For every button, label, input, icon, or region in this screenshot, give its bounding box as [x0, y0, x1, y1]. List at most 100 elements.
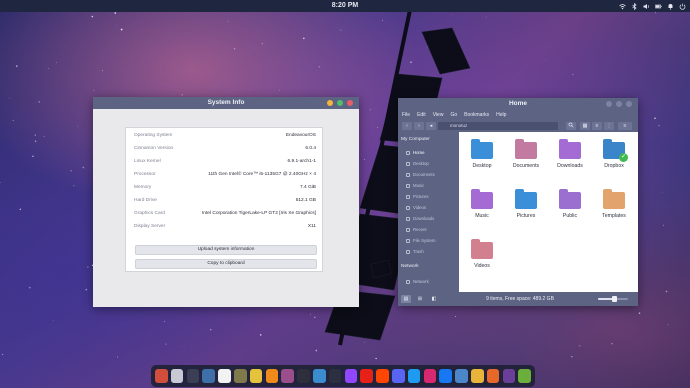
info-value: 6.0.4: [305, 146, 316, 151]
minimize-button[interactable]: [606, 101, 612, 107]
location-bar[interactable]: monotuz: [438, 122, 558, 130]
taskview-icon[interactable]: [186, 369, 200, 383]
terminal-icon[interactable]: [328, 369, 342, 383]
menu-edit[interactable]: Edit: [417, 110, 426, 120]
zoom-slider-handle[interactable]: [612, 296, 617, 302]
sidebar-item-music[interactable]: Music: [406, 183, 424, 188]
sidebar-item-network[interactable]: Network: [406, 279, 429, 284]
zoom-slider[interactable]: [598, 296, 628, 302]
gimp-icon[interactable]: [233, 369, 247, 383]
firefox-icon[interactable]: [486, 369, 500, 383]
close-button[interactable]: [626, 101, 632, 107]
x-icon[interactable]: [407, 369, 421, 383]
menu-file[interactable]: File: [402, 110, 410, 120]
sidebar-item-trash[interactable]: Trash: [406, 249, 424, 254]
location-icon: ◂: [429, 123, 433, 129]
clock[interactable]: 8:20 PM: [0, 0, 690, 12]
sidebar-item-label: Home: [413, 150, 425, 155]
star: [52, 320, 54, 321]
image-viewer-icon[interactable]: [281, 369, 294, 383]
star: [572, 73, 574, 75]
battery-icon[interactable]: [655, 3, 662, 10]
update-manager-icon[interactable]: [518, 369, 531, 383]
archive-icon[interactable]: [249, 369, 263, 383]
star: [86, 266, 89, 268]
show-tree-button[interactable]: ⊞: [415, 295, 425, 303]
star: [638, 312, 641, 314]
info-row-cinnamon: Cinnamon Version 6.0.4: [134, 143, 316, 154]
instagram-icon[interactable]: [423, 369, 437, 383]
record-icon[interactable]: [297, 369, 310, 383]
folder-item[interactable]: Desktop: [462, 136, 502, 174]
info-value: EndeavourOS: [285, 133, 316, 138]
copy-to-clipboard-button[interactable]: Copy to clipboard: [135, 259, 317, 269]
web-icon[interactable]: [455, 369, 468, 383]
star: [453, 65, 456, 67]
facebook-icon[interactable]: [439, 369, 452, 383]
menu-bookmarks[interactable]: Bookmarks: [464, 110, 489, 120]
minimize-button[interactable]: [327, 100, 333, 106]
files-icon[interactable]: [155, 369, 168, 383]
folder-item[interactable]: Videos: [462, 236, 502, 274]
vlc-icon[interactable]: [265, 369, 279, 383]
folder-item[interactable]: Documents: [506, 136, 546, 174]
upload-system-info-button[interactable]: Upload system information: [135, 245, 317, 255]
icon-view-button[interactable]: ▦: [580, 122, 590, 130]
star: [16, 65, 18, 67]
power-icon[interactable]: [679, 3, 686, 10]
sidebar-item-downloads[interactable]: Downloads: [406, 216, 434, 221]
sidebar-item-file-system[interactable]: File System: [406, 238, 435, 243]
notifications-icon[interactable]: [667, 3, 674, 10]
back-button[interactable]: ‹: [402, 122, 412, 130]
folder-item[interactable]: Downloads: [550, 136, 590, 174]
folder-item[interactable]: ✓ Dropbox: [594, 136, 634, 174]
sidebar-item-documents[interactable]: Documents: [406, 172, 435, 177]
folder-item[interactable]: Pictures: [506, 186, 546, 224]
path-home-button[interactable]: monotuz: [450, 123, 467, 128]
folder-item[interactable]: Public: [550, 186, 590, 224]
twitch-icon[interactable]: [344, 369, 358, 383]
star: [383, 210, 385, 211]
close-button[interactable]: [347, 100, 353, 106]
settings-icon[interactable]: [312, 369, 326, 383]
forward-button[interactable]: ›: [414, 122, 424, 130]
system-monitor-icon[interactable]: [202, 369, 215, 383]
tor-icon[interactable]: [502, 369, 516, 383]
menu-help[interactable]: Help: [496, 110, 506, 120]
sidebar-item-desktop[interactable]: Desktop: [406, 161, 429, 166]
youtube-icon[interactable]: [360, 369, 373, 383]
folder-item[interactable]: Music: [462, 186, 502, 224]
menu-view[interactable]: View: [433, 110, 444, 120]
toolbar-menu-button[interactable]: ≡: [618, 122, 632, 130]
discord-icon[interactable]: [391, 369, 405, 383]
star: [658, 125, 660, 127]
volume-icon[interactable]: [643, 3, 650, 10]
bluetooth-icon[interactable]: [631, 2, 638, 10]
text-editor-icon[interactable]: [218, 369, 231, 383]
grid-icon: ▦: [582, 123, 588, 129]
sidebar-item-home[interactable]: Home: [406, 150, 424, 155]
system-info-titlebar[interactable]: System Info: [93, 97, 359, 109]
sidebar-item-recent[interactable]: Recent: [406, 227, 427, 232]
folder-tab: [559, 189, 568, 193]
info-row-hard-drive: Hard Drive 512.1 GB: [134, 195, 316, 206]
folder-item[interactable]: Templates: [594, 186, 634, 224]
menu-go[interactable]: Go: [450, 110, 457, 120]
hide-sidebar-button[interactable]: ◧: [429, 295, 439, 303]
file-manager-titlebar[interactable]: Home: [398, 98, 638, 110]
reddit-icon[interactable]: [376, 369, 389, 383]
maximize-button[interactable]: [337, 100, 343, 106]
maximize-button[interactable]: [616, 101, 622, 107]
network-icon[interactable]: [619, 3, 626, 10]
sidebar-item-pictures[interactable]: Pictures: [406, 194, 429, 199]
trash-icon[interactable]: [170, 369, 184, 383]
sidebar-item-videos[interactable]: Videos: [406, 205, 426, 210]
star: [48, 68, 50, 69]
list-view-button[interactable]: ≡: [592, 122, 602, 130]
music-icon: [406, 183, 410, 188]
chrome-icon[interactable]: [470, 369, 484, 383]
search-button[interactable]: [566, 122, 576, 130]
compact-view-button[interactable]: ⋮: [604, 122, 614, 130]
toggle-location-button[interactable]: ◂: [426, 122, 436, 130]
show-places-button[interactable]: ▤: [401, 295, 411, 303]
